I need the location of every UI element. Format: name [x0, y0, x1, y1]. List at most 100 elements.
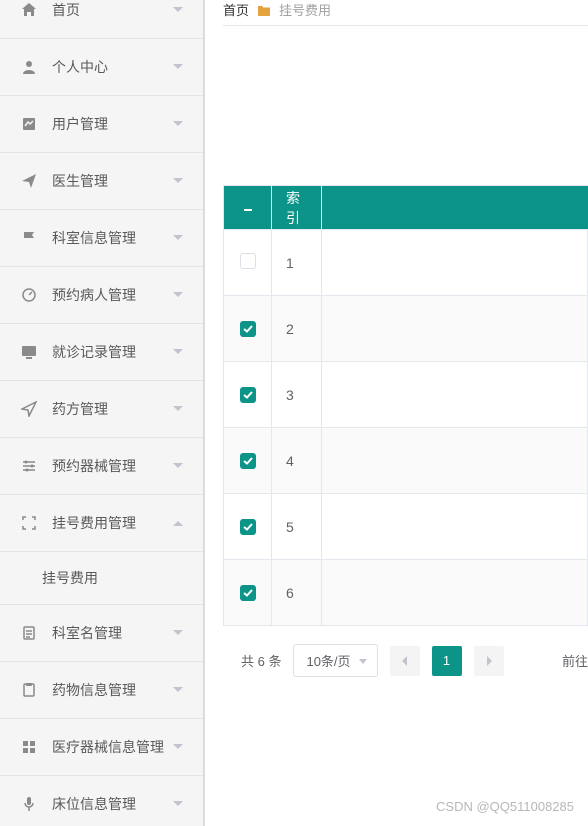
mic-icon: [20, 795, 38, 813]
row-index: 6: [272, 560, 322, 626]
sidebar-item-label: 床位信息管理: [52, 794, 173, 814]
next-page-button[interactable]: [474, 646, 504, 676]
page-number-1[interactable]: 1: [432, 646, 462, 676]
table-row: 4: [224, 428, 588, 494]
watermark: CSDN @QQ511008285: [436, 799, 574, 814]
breadcrumb-home[interactable]: 首页: [223, 0, 249, 19]
total-text: 共 6 条: [241, 651, 281, 670]
row-rest: [322, 230, 588, 296]
chevron-down-icon: [173, 178, 183, 184]
paste-icon: [20, 681, 38, 699]
chevron-down-icon: [173, 349, 183, 355]
page-size-select[interactable]: 10条/页: [293, 644, 377, 677]
chevron-down-icon: [173, 520, 183, 526]
row-index: 5: [272, 494, 322, 560]
table-row: 1: [224, 230, 588, 296]
header-rest: [322, 186, 588, 230]
sidebar-item-label: 医生管理: [52, 171, 173, 191]
monitor-icon: [20, 343, 38, 361]
row-checkbox[interactable]: [240, 519, 256, 535]
jump-label: 前往: [562, 651, 588, 670]
home-icon: [20, 1, 38, 19]
flag-icon: [20, 229, 38, 247]
sidebar-item-9[interactable]: 挂号费用管理: [0, 495, 203, 552]
row-rest: [322, 494, 588, 560]
sidebar-item-5[interactable]: 预约病人管理: [0, 267, 203, 324]
chevron-down-icon: [173, 64, 183, 70]
breadcrumb-current: 挂号费用: [279, 0, 331, 19]
sidebar-item-label: 药物信息管理: [52, 680, 173, 700]
header-index: 索引: [272, 186, 322, 230]
chevron-down-icon: [173, 630, 183, 636]
sidebar-item-3[interactable]: 医生管理: [0, 153, 203, 210]
person-icon: [20, 58, 38, 76]
prev-page-button[interactable]: [390, 646, 420, 676]
sidebar-item-label: 医疗器械信息管理: [52, 737, 173, 757]
row-rest: [322, 362, 588, 428]
sidebar-item-label: 用户管理: [52, 114, 173, 134]
sidebar-item-label: 预约器械管理: [52, 456, 173, 476]
sidebar-item-0[interactable]: 首页: [0, 0, 203, 39]
gauge-icon: [20, 286, 38, 304]
row-checkbox[interactable]: [240, 387, 256, 403]
header-checkbox-cell[interactable]: [224, 186, 272, 230]
row-index: 2: [272, 296, 322, 362]
table-row: 2: [224, 296, 588, 362]
select-all-checkbox[interactable]: [240, 202, 256, 218]
data-table: 索引 123456: [223, 185, 588, 626]
sidebar-item-label: 药方管理: [52, 399, 173, 419]
chevron-down-icon: [173, 687, 183, 693]
sidebar-item-8[interactable]: 预约器械管理: [0, 438, 203, 495]
sidebar-item-4[interactable]: 科室信息管理: [0, 210, 203, 267]
nav-icon: [20, 400, 38, 418]
sidebar: 首页个人中心用户管理医生管理科室信息管理预约病人管理就诊记录管理药方管理预约器械…: [0, 0, 205, 826]
chevron-down-icon: [173, 801, 183, 807]
send-icon: [20, 172, 38, 190]
row-checkbox[interactable]: [240, 321, 256, 337]
sidebar-item-label: 首页: [52, 0, 173, 20]
sidebar-item-2[interactable]: 用户管理: [0, 96, 203, 153]
chevron-down-icon: [173, 7, 183, 13]
sidebar-item-label: 科室信息管理: [52, 228, 173, 248]
row-rest: [322, 296, 588, 362]
sidebar-item-10[interactable]: 科室名管理: [0, 605, 203, 662]
sidebar-item-7[interactable]: 药方管理: [0, 381, 203, 438]
submenu-item[interactable]: 挂号费用: [0, 552, 203, 605]
sidebar-item-label: 挂号费用管理: [52, 513, 173, 533]
chart-icon: [20, 115, 38, 133]
chevron-down-icon: [173, 235, 183, 241]
row-checkbox[interactable]: [240, 253, 256, 269]
breadcrumb: 首页 挂号费用: [223, 0, 588, 25]
fullscreen-icon: [20, 514, 38, 532]
sidebar-item-label: 个人中心: [52, 57, 173, 77]
chevron-down-icon: [173, 121, 183, 127]
pagination: 共 6 条 10条/页 1 前往: [223, 626, 588, 677]
sidebar-item-1[interactable]: 个人中心: [0, 39, 203, 96]
table-row: 6: [224, 560, 588, 626]
row-index: 3: [272, 362, 322, 428]
sidebar-item-13[interactable]: 床位信息管理: [0, 776, 203, 826]
sidebar-item-label: 科室名管理: [52, 623, 173, 643]
table-row: 5: [224, 494, 588, 560]
sidebar-item-6[interactable]: 就诊记录管理: [0, 324, 203, 381]
sidebar-item-11[interactable]: 药物信息管理: [0, 662, 203, 719]
row-rest: [322, 428, 588, 494]
chevron-down-icon: [173, 744, 183, 750]
row-rest: [322, 560, 588, 626]
row-checkbox[interactable]: [240, 585, 256, 601]
table-row: 3: [224, 362, 588, 428]
sidebar-item-12[interactable]: 医疗器械信息管理: [0, 719, 203, 776]
row-checkbox[interactable]: [240, 453, 256, 469]
row-index: 1: [272, 230, 322, 296]
row-index: 4: [272, 428, 322, 494]
grid-icon: [20, 738, 38, 756]
chevron-down-icon: [173, 292, 183, 298]
main-content: 首页 挂号费用 索引 123456: [205, 0, 588, 826]
sliders-icon: [20, 457, 38, 475]
folder-icon: [257, 4, 271, 16]
sidebar-item-label: 就诊记录管理: [52, 342, 173, 362]
clipboard-icon: [20, 624, 38, 642]
sidebar-item-label: 预约病人管理: [52, 285, 173, 305]
chevron-down-icon: [173, 406, 183, 412]
chevron-down-icon: [173, 463, 183, 469]
